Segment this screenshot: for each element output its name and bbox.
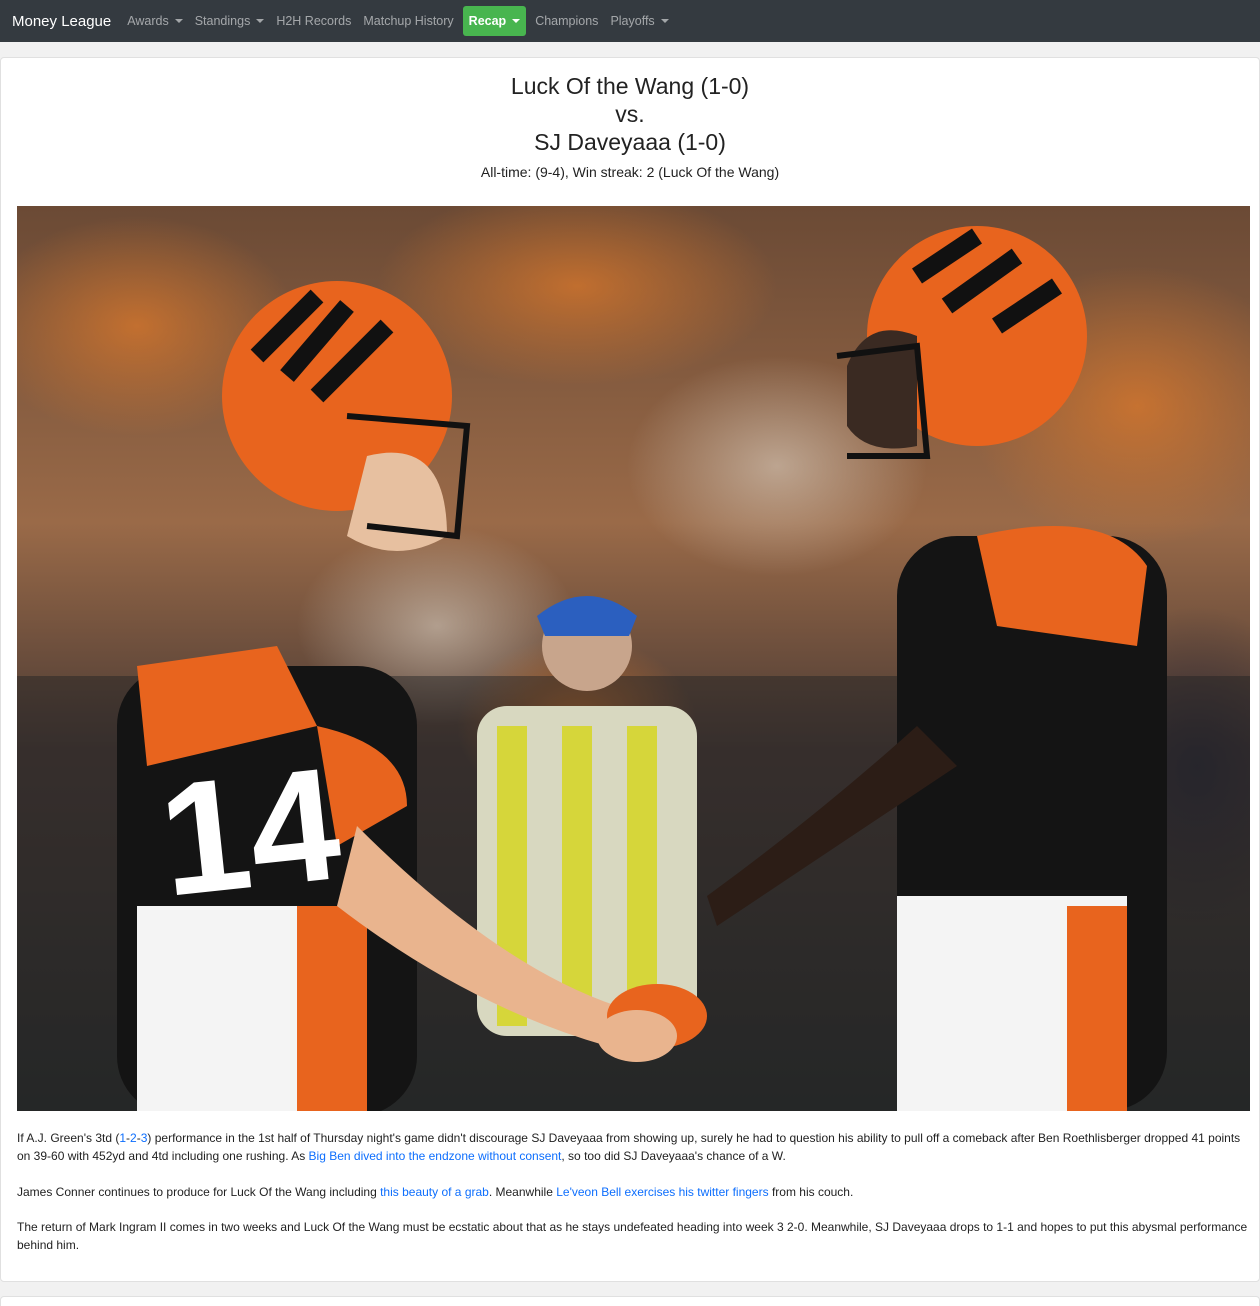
- nav-champions-label: Champions: [535, 14, 599, 28]
- svg-text:14: 14: [152, 733, 348, 930]
- hero-illustration: 14: [17, 206, 1250, 1111]
- nav-playoffs[interactable]: Playoffs: [604, 6, 674, 36]
- recap-link-grab[interactable]: this beauty of a grab: [380, 1185, 489, 1199]
- nav-matchup-history-label: Matchup History: [363, 14, 454, 28]
- recap-link-2[interactable]: 2: [130, 1131, 137, 1145]
- chevron-down-icon: [256, 19, 265, 23]
- nav-playoffs-label: Playoffs: [610, 14, 655, 28]
- recap-paragraph-1: If A.J. Green's 3td (1-2-3) performance …: [17, 1129, 1249, 1165]
- nav-awards-label: Awards: [127, 14, 169, 28]
- alltime-record: All-time: (9-4), Win streak: 2 (Luck Of …: [480, 164, 780, 180]
- nav-awards[interactable]: Awards: [121, 6, 188, 36]
- nav-h2h-records[interactable]: H2H Records: [270, 6, 357, 36]
- nav-champions[interactable]: Champions: [529, 6, 604, 36]
- nav-standings[interactable]: Standings: [189, 6, 271, 36]
- nav-standings-label: Standings: [194, 14, 251, 28]
- top-navbar: Money League Awards Standings H2H Record…: [0, 0, 1260, 42]
- chevron-down-icon: [512, 19, 521, 23]
- recap-link-big-ben[interactable]: Big Ben dived into the endzone without c…: [309, 1149, 562, 1163]
- recap-p2-text: from his couch.: [768, 1185, 854, 1199]
- next-card: [0, 1296, 1260, 1306]
- nav-recap-label: Recap: [468, 14, 507, 28]
- recap-hero-image: 14: [17, 206, 1250, 1111]
- nav-recap[interactable]: Recap: [462, 6, 527, 36]
- recap-p2-text: . Meanwhile: [488, 1185, 557, 1199]
- chevron-down-icon: [660, 19, 669, 23]
- nav-h2h-label: H2H Records: [276, 14, 352, 28]
- team1-title: Luck Of the Wang (1-0): [510, 73, 750, 99]
- chevron-down-icon: [174, 19, 183, 23]
- team2-title: SJ Daveyaaa (1-0): [534, 129, 726, 155]
- recap-card: Luck Of the Wang (1-0) vs. SJ Daveyaaa (…: [0, 57, 1260, 1282]
- recap-paragraph-3: The return of Mark Ingram II comes in tw…: [17, 1220, 1248, 1252]
- brand-link[interactable]: Money League: [12, 13, 111, 30]
- nav-matchup-history[interactable]: Matchup History: [357, 6, 459, 36]
- versus-label: vs.: [615, 101, 645, 127]
- recap-paragraph-2: James Conner continues to produce for Lu…: [17, 1183, 1249, 1201]
- recap-p2-text: James Conner continues to produce for Lu…: [17, 1185, 381, 1199]
- recap-link-bell[interactable]: Le'veon Bell exercises his twitter finge…: [556, 1185, 768, 1199]
- recap-p1-text: , so too did SJ Daveyaaa's chance of a W…: [561, 1149, 786, 1163]
- recap-p1-text: If A.J. Green's 3td (: [17, 1131, 120, 1145]
